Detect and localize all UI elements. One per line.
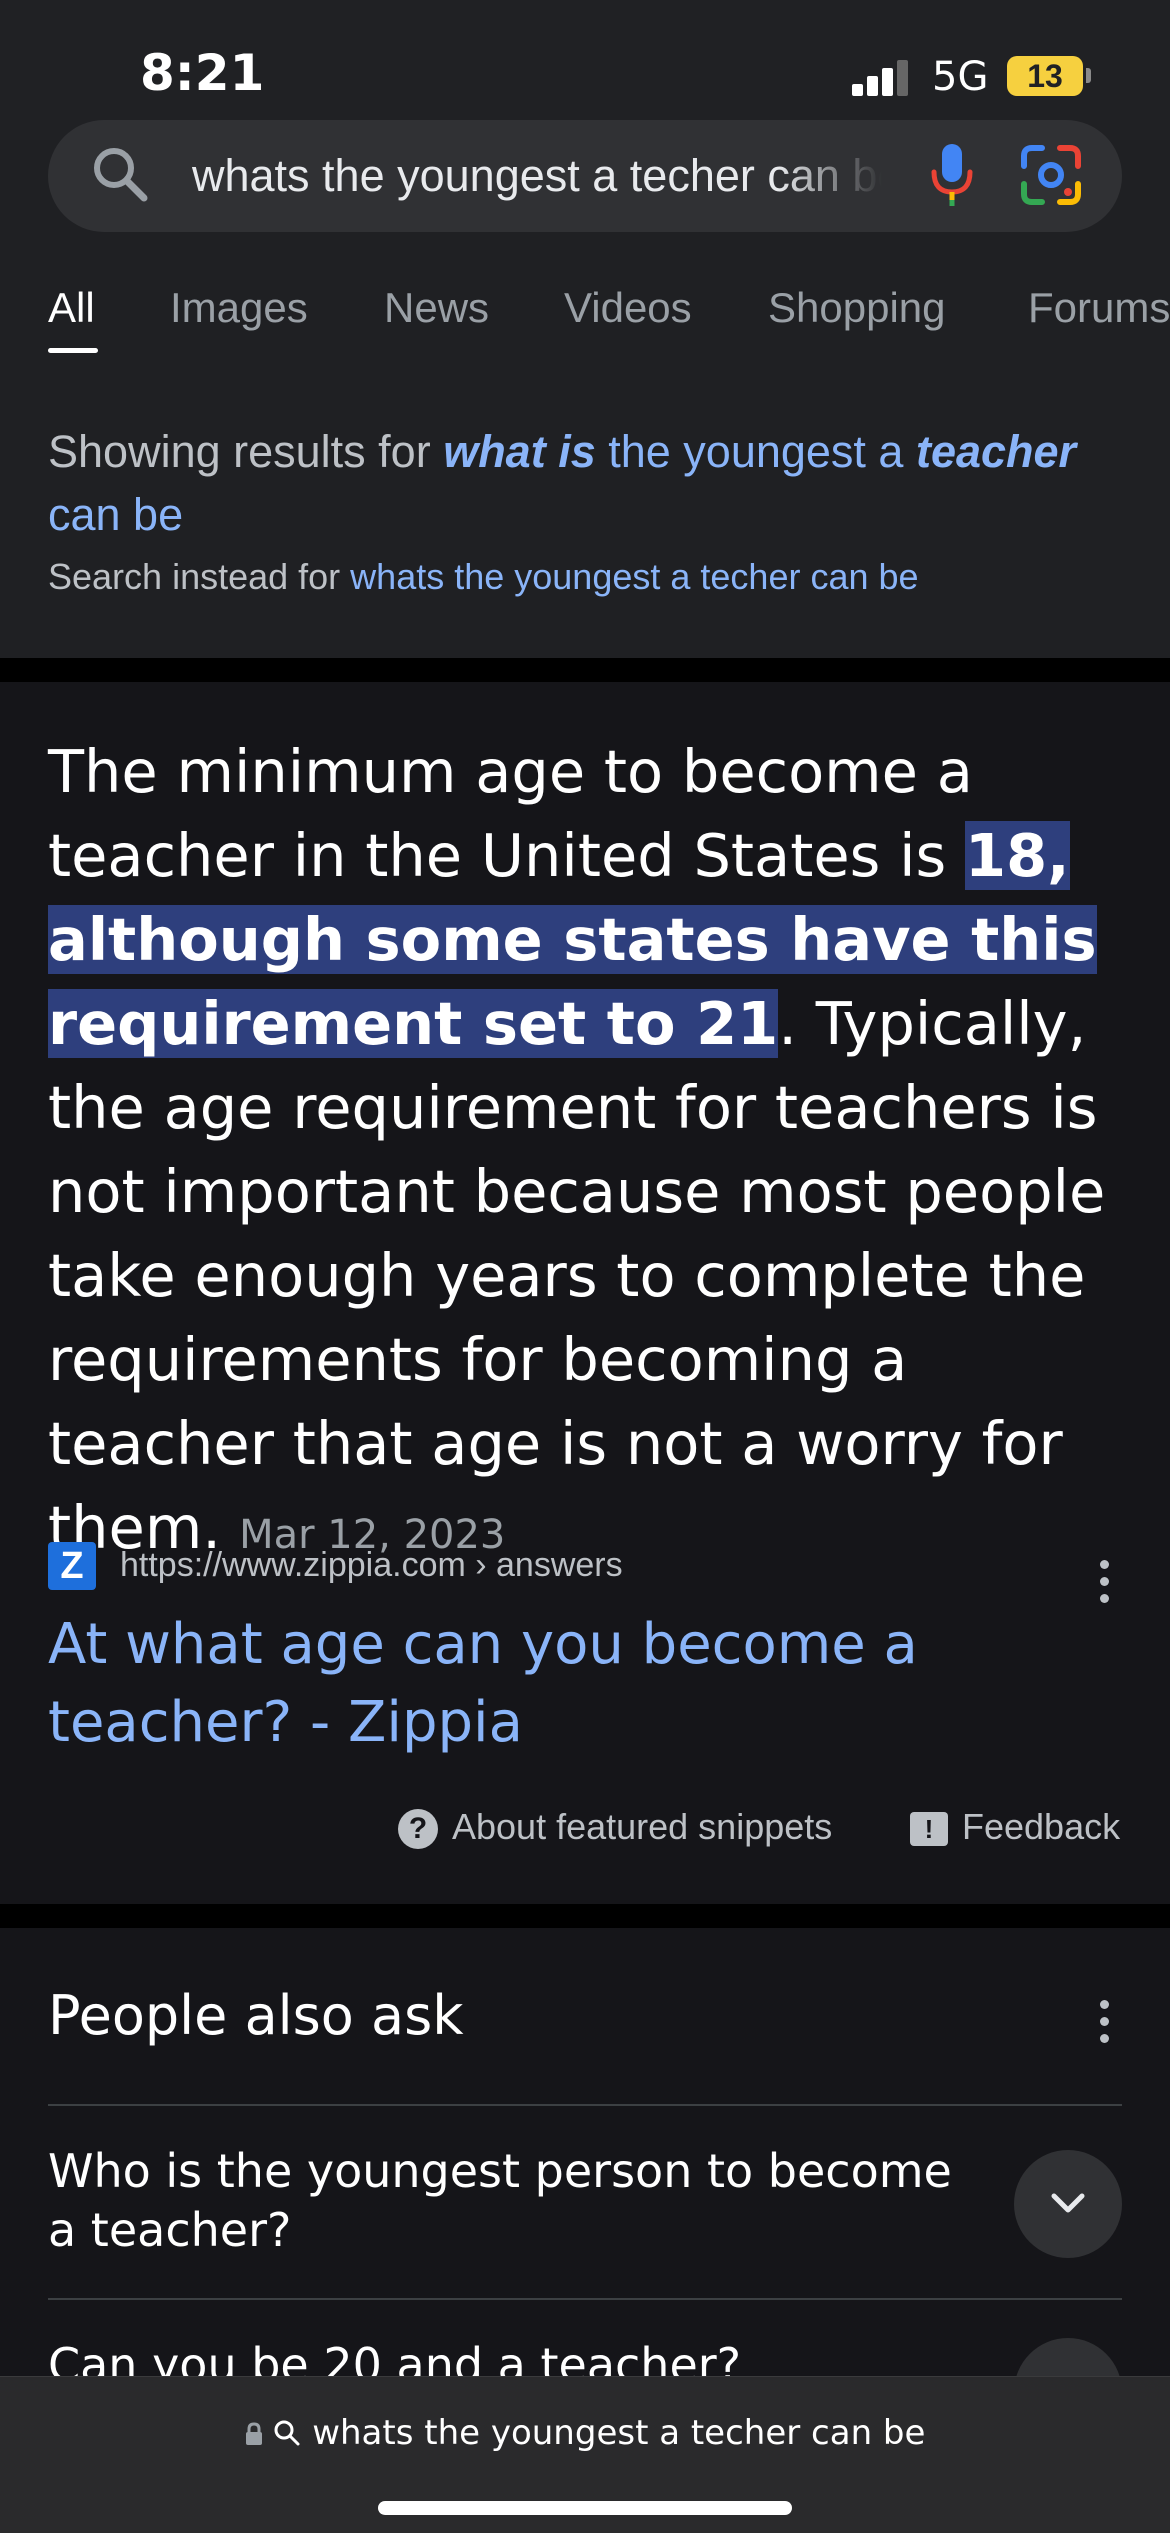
google-lens-icon[interactable] [1018, 142, 1084, 208]
divider [48, 2104, 1122, 2106]
snippet-text: The minimum age to become a teacher in t… [48, 737, 973, 890]
divider [48, 2298, 1122, 2300]
zippia-favicon-icon: Z [48, 1542, 96, 1590]
network-type: 5G [932, 54, 989, 100]
featured-snippet-text: The minimum age to become a teacher in t… [48, 730, 1138, 1577]
result-url[interactable]: https://www.zippia.com › answers [120, 1546, 623, 1585]
microphone-icon[interactable] [928, 142, 976, 208]
search-input[interactable]: whats the youngest a techer can be [192, 144, 882, 208]
lock-icon [245, 2422, 262, 2445]
search-instead-link[interactable]: whats the youngest a techer can be [350, 556, 918, 597]
feedback-label: Feedback [962, 1806, 1121, 1847]
more-options-icon[interactable] [1098, 2000, 1110, 2046]
tab-forums[interactable]: Forums [1028, 284, 1170, 332]
browser-address-bar[interactable]: whats the youngest a techer can be [0, 2376, 1170, 2533]
tab-active-indicator [48, 348, 98, 353]
feedback-button[interactable]: ! Feedback [910, 1806, 1120, 1862]
signal-icon [852, 58, 912, 96]
corrected-text: can be [48, 489, 184, 540]
showing-results-label: Showing results for [48, 426, 444, 477]
search-icon [94, 148, 148, 202]
corrected-text: the youngest a [595, 426, 916, 477]
paa-question[interactable]: Who is the youngest person to become a t… [48, 2142, 988, 2260]
search-tabs: All Images News Videos Shopping Forums [48, 284, 1170, 354]
about-featured-snippets-label: About featured snippets [452, 1806, 833, 1847]
tab-images[interactable]: Images [170, 284, 308, 332]
help-icon: ? [398, 1809, 438, 1850]
search-icon [274, 2420, 300, 2446]
about-featured-snippets[interactable]: ? About featured snippets [398, 1806, 832, 1862]
tab-all[interactable]: All [48, 284, 95, 332]
address-text: whats the youngest a techer can be [312, 2413, 926, 2453]
chevron-down-icon [1051, 2193, 1085, 2213]
search-instead-label: Search instead for [48, 556, 351, 597]
people-also-ask-title: People also ask [48, 1984, 464, 2047]
status-bar: 8:21 5G 13 [0, 0, 1170, 140]
home-indicator [378, 2501, 792, 2515]
battery-icon: 13 [1007, 56, 1091, 96]
tab-videos[interactable]: Videos [564, 284, 692, 332]
spell-correction: Showing results for what is the youngest… [48, 420, 1128, 598]
expand-button[interactable] [1014, 2150, 1122, 2258]
tab-news[interactable]: News [384, 284, 489, 332]
address-field[interactable]: whats the youngest a techer can be [0, 2413, 1170, 2453]
status-time: 8:21 [140, 44, 265, 102]
snippet-text: . Typically, the age requirement for tea… [48, 989, 1106, 1562]
corrected-word: teacher [915, 426, 1077, 477]
section-divider [0, 1904, 1170, 1928]
corrected-word: what is [443, 426, 596, 477]
section-divider [0, 658, 1170, 682]
more-options-icon[interactable] [1098, 1560, 1110, 1606]
feedback-icon: ! [910, 1812, 948, 1847]
battery-level: 13 [1027, 58, 1063, 94]
search-bar[interactable]: whats the youngest a techer can be [48, 120, 1122, 232]
result-title-link[interactable]: At what age can you become a teacher? - … [48, 1606, 1048, 1762]
tab-shopping[interactable]: Shopping [768, 284, 946, 332]
